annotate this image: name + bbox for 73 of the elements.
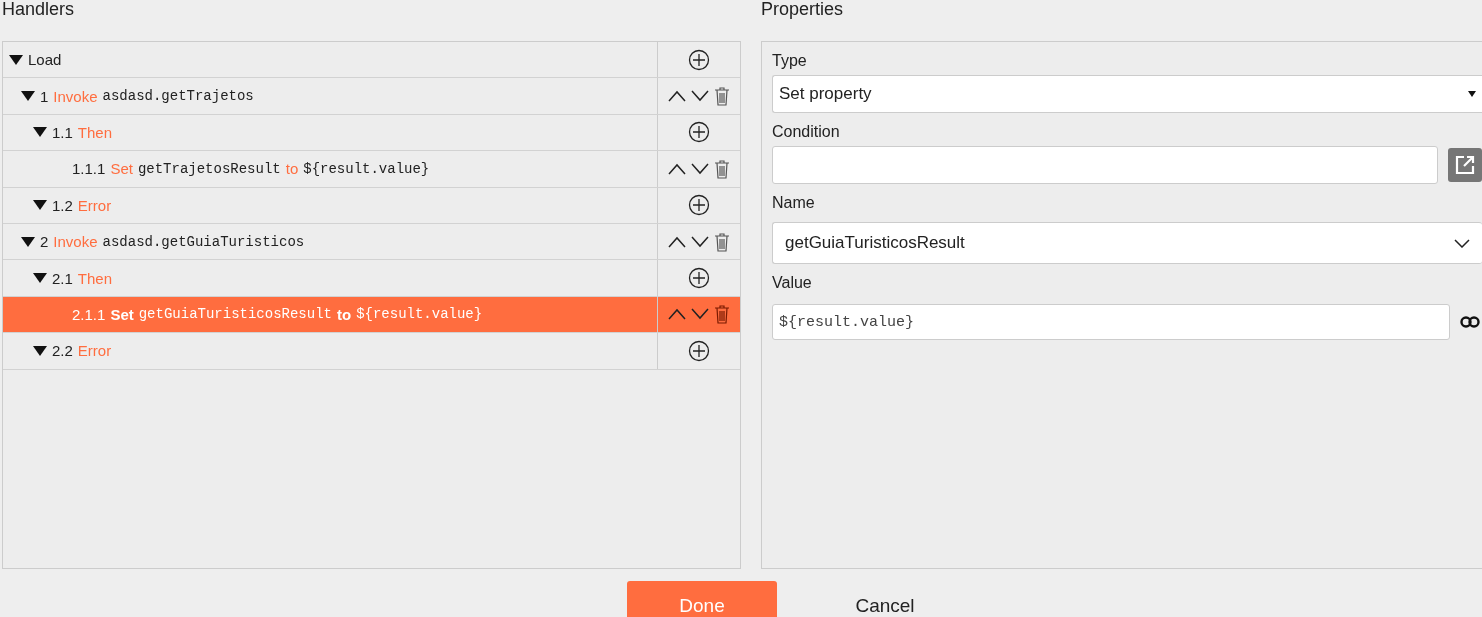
field-label: Value (772, 274, 813, 292)
node-number: 2.1 (52, 269, 73, 287)
trash-icon[interactable] (714, 231, 730, 252)
up-chevron-icon[interactable] (668, 162, 686, 175)
trash-icon[interactable] (714, 304, 730, 325)
tree-row[interactable]: 1.1 Then (3, 114, 740, 152)
expanded-triangle-icon[interactable] (9, 54, 23, 65)
condition-input[interactable] (772, 146, 1438, 184)
field-label: Type (772, 52, 808, 70)
node-number: 2.2 (52, 342, 73, 360)
expanded-triangle-icon[interactable] (33, 273, 47, 284)
add-icon[interactable] (688, 194, 710, 217)
expanded-triangle-icon[interactable] (33, 127, 47, 138)
expanded-triangle-icon[interactable] (33, 200, 47, 211)
node-number: 1.1.1 (72, 160, 106, 178)
tree-row[interactable]: 2.2 Error (3, 333, 740, 370)
trash-icon[interactable] (714, 158, 730, 179)
tree-row[interactable]: 2.1 Then (3, 260, 740, 297)
tree-row[interactable]: 1.2 Error (3, 187, 740, 224)
type-select[interactable]: Set property (772, 75, 1482, 113)
up-chevron-icon[interactable] (668, 90, 686, 103)
tree-row[interactable]: 1.1.1 Set getTrajetosResult to ${result.value} (3, 151, 740, 188)
field-label: Condition (772, 123, 841, 141)
cancel-button[interactable]: Cancel (825, 581, 945, 617)
chevron-down-icon (1454, 238, 1470, 248)
node-label: Load (28, 51, 62, 69)
expanded-triangle-icon[interactable] (21, 91, 35, 102)
down-chevron-icon[interactable] (691, 308, 709, 321)
node-keyword: Error (77, 342, 112, 360)
node-number: 2.1.1 (72, 305, 106, 323)
link-icon[interactable] (1460, 316, 1480, 328)
down-chevron-icon[interactable] (691, 162, 709, 175)
value-input[interactable]: ${result.value} (772, 304, 1450, 340)
add-icon[interactable] (688, 48, 710, 71)
tree-row[interactable]: Load (3, 42, 740, 79)
node-keyword: Set (110, 160, 133, 178)
node-keyword: Error (77, 196, 112, 214)
down-chevron-icon[interactable] (691, 90, 709, 103)
expanded-triangle-icon[interactable] (33, 345, 47, 356)
up-chevron-icon[interactable] (668, 308, 686, 321)
node-keyword: Then (77, 123, 113, 141)
trash-icon[interactable] (714, 86, 730, 107)
node-value: ${result.value} (303, 160, 430, 177)
field-label: Name (772, 194, 816, 212)
panel-title: Properties (761, 0, 844, 18)
node-number: 1 (40, 87, 49, 105)
node-keyword: Then (77, 269, 113, 287)
node-target: getGuiaTuristicosResult (138, 306, 332, 323)
panel-title: Handlers (2, 0, 75, 18)
up-chevron-icon[interactable] (668, 235, 686, 248)
node-connector: to (285, 160, 299, 178)
expanded-triangle-icon[interactable] (21, 236, 35, 247)
external-link-icon (1455, 155, 1475, 175)
down-chevron-icon[interactable] (691, 235, 709, 248)
node-connector: to (336, 305, 352, 323)
node-keyword: Invoke (53, 87, 98, 105)
node-number: 1.1 (52, 123, 73, 141)
node-keyword: Set (110, 305, 134, 323)
node-target: asdasd.getGuiaTuristicos (102, 233, 305, 250)
name-select[interactable]: getGuiaTuristicosResult (772, 222, 1482, 264)
tree-row[interactable]: 1 Invoke asdasd.getTrajetos (3, 78, 740, 115)
open-editor-button[interactable] (1448, 148, 1482, 182)
add-icon[interactable] (688, 267, 710, 290)
node-keyword: Invoke (53, 233, 98, 251)
node-target: getTrajetosResult (137, 160, 281, 177)
tree-row[interactable]: 2 Invoke asdasd.getGuiaTuristicos (3, 223, 740, 261)
node-target: asdasd.getTrajetos (102, 88, 254, 105)
add-icon[interactable] (688, 339, 710, 362)
node-number: 2 (40, 233, 49, 251)
node-value: ${result.value} (356, 306, 483, 323)
add-icon[interactable] (688, 121, 710, 144)
dropdown-arrow-icon (1468, 91, 1476, 97)
node-number: 1.2 (52, 196, 73, 214)
